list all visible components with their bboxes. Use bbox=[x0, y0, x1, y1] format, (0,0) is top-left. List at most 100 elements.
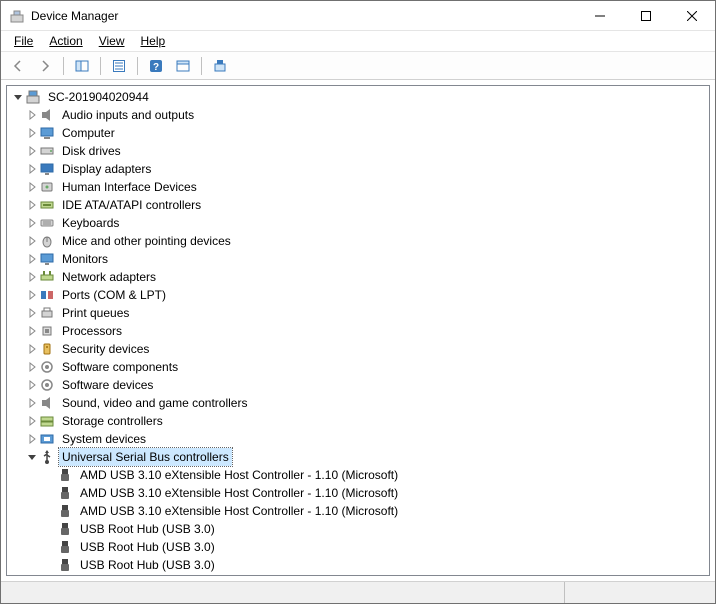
tree-root-node[interactable]: SC-201904020944 bbox=[7, 88, 709, 106]
usb-device-icon bbox=[57, 557, 73, 573]
scan-hardware-button[interactable] bbox=[171, 54, 195, 78]
tree-category-node[interactable]: Print queues bbox=[7, 304, 709, 322]
computer-icon bbox=[39, 125, 55, 141]
expander-icon[interactable] bbox=[25, 360, 39, 374]
tree-category-node[interactable]: Security devices bbox=[7, 340, 709, 358]
forward-button[interactable] bbox=[33, 54, 57, 78]
processor-icon bbox=[39, 323, 55, 339]
tree-category-label: System devices bbox=[59, 430, 149, 448]
tree-category-node[interactable]: Network adapters bbox=[7, 268, 709, 286]
device-manager-window: Device Manager File Action View Help ? S bbox=[0, 0, 716, 604]
statusbar-pane bbox=[1, 582, 565, 603]
menu-file[interactable]: File bbox=[7, 32, 40, 50]
menu-action[interactable]: Action bbox=[42, 32, 89, 50]
tree-category-label: IDE ATA/ATAPI controllers bbox=[59, 196, 204, 214]
tree-device-label: USB Root Hub (USB 3.0) bbox=[77, 556, 218, 574]
tree-device-label: AMD USB 3.10 eXtensible Host Controller … bbox=[77, 484, 401, 502]
tree-category-node[interactable]: Storage controllers bbox=[7, 412, 709, 430]
network-icon bbox=[39, 269, 55, 285]
tree-category-node[interactable]: Processors bbox=[7, 322, 709, 340]
expander-icon[interactable] bbox=[25, 126, 39, 140]
toolbar: ? bbox=[1, 52, 715, 80]
tree-category-label: Keyboards bbox=[59, 214, 122, 232]
tree-device-node[interactable]: USB Root Hub (USB 3.0) bbox=[7, 538, 709, 556]
tree-category-node[interactable]: Monitors bbox=[7, 250, 709, 268]
devices-button[interactable] bbox=[208, 54, 232, 78]
storage-icon bbox=[39, 413, 55, 429]
back-button[interactable] bbox=[6, 54, 30, 78]
menu-view[interactable]: View bbox=[92, 32, 132, 50]
expander-icon[interactable] bbox=[25, 252, 39, 266]
expander-icon[interactable] bbox=[25, 378, 39, 392]
tree-category-label: Computer bbox=[59, 124, 118, 142]
show-hide-console-button[interactable] bbox=[70, 54, 94, 78]
expander-icon[interactable] bbox=[25, 216, 39, 230]
software-icon bbox=[39, 359, 55, 375]
tree-device-node[interactable]: AMD USB 3.10 eXtensible Host Controller … bbox=[7, 502, 709, 520]
expander-icon[interactable] bbox=[25, 162, 39, 176]
tree-category-node[interactable]: Software components bbox=[7, 358, 709, 376]
expander-icon[interactable] bbox=[25, 396, 39, 410]
computer-icon bbox=[25, 89, 41, 105]
close-button[interactable] bbox=[669, 1, 715, 31]
expander-icon[interactable] bbox=[25, 432, 39, 446]
tree-category-node[interactable]: Disk drives bbox=[7, 142, 709, 160]
tree-category-label: Mice and other pointing devices bbox=[59, 232, 234, 250]
expander-icon[interactable] bbox=[25, 108, 39, 122]
expander-icon[interactable] bbox=[11, 90, 25, 104]
tree-device-node[interactable]: AMD USB 3.10 eXtensible Host Controller … bbox=[7, 466, 709, 484]
tree-device-node[interactable]: USB Root Hub (USB 3.0) bbox=[7, 520, 709, 538]
tree-category-label: Audio inputs and outputs bbox=[59, 106, 197, 124]
audio-icon bbox=[39, 395, 55, 411]
expander-icon[interactable] bbox=[25, 234, 39, 248]
expander-icon[interactable] bbox=[25, 450, 39, 464]
menu-help-label: Help bbox=[141, 34, 166, 48]
tree-category-label: Human Interface Devices bbox=[59, 178, 200, 196]
tree-category-node[interactable]: Mice and other pointing devices bbox=[7, 232, 709, 250]
tree-category-node[interactable]: Software devices bbox=[7, 376, 709, 394]
device-tree: SC-201904020944Audio inputs and outputsC… bbox=[7, 86, 709, 576]
tree-device-node[interactable]: USB Root Hub (USB 3.0) bbox=[7, 556, 709, 574]
tree-category-node[interactable]: Ports (COM & LPT) bbox=[7, 286, 709, 304]
security-icon bbox=[39, 341, 55, 357]
expander-icon[interactable] bbox=[25, 288, 39, 302]
expander-icon[interactable] bbox=[25, 414, 39, 428]
tree-category-label: Ports (COM & LPT) bbox=[59, 286, 169, 304]
tree-pane[interactable]: SC-201904020944Audio inputs and outputsC… bbox=[6, 85, 710, 576]
expander-icon[interactable] bbox=[25, 270, 39, 284]
expander-icon[interactable] bbox=[25, 198, 39, 212]
expander-icon[interactable] bbox=[25, 144, 39, 158]
toolbar-separator bbox=[201, 57, 202, 75]
toolbar-separator bbox=[100, 57, 101, 75]
help-button[interactable]: ? bbox=[144, 54, 168, 78]
expander-icon[interactable] bbox=[25, 306, 39, 320]
tree-category-node[interactable]: Keyboards bbox=[7, 214, 709, 232]
menubar: File Action View Help bbox=[1, 31, 715, 52]
tree-category-node[interactable]: System devices bbox=[7, 430, 709, 448]
tree-category-label: Software devices bbox=[59, 376, 156, 394]
tree-category-node[interactable]: Computer bbox=[7, 124, 709, 142]
tree-category-label: Security devices bbox=[59, 340, 152, 358]
window-title: Device Manager bbox=[31, 9, 118, 23]
toolbar-separator bbox=[137, 57, 138, 75]
disk-icon bbox=[39, 143, 55, 159]
toolbar-separator bbox=[63, 57, 64, 75]
menu-help[interactable]: Help bbox=[134, 32, 173, 50]
statusbar bbox=[1, 581, 715, 603]
tree-category-node[interactable]: Human Interface Devices bbox=[7, 178, 709, 196]
minimize-button[interactable] bbox=[577, 1, 623, 31]
tree-category-node[interactable]: Audio inputs and outputs bbox=[7, 106, 709, 124]
tree-category-label: Display adapters bbox=[59, 160, 154, 178]
tree-category-node[interactable]: Universal Serial Bus controllers bbox=[7, 448, 709, 466]
tree-device-node[interactable]: AMD USB 3.10 eXtensible Host Controller … bbox=[7, 484, 709, 502]
tree-category-node[interactable]: IDE ATA/ATAPI controllers bbox=[7, 196, 709, 214]
tree-category-node[interactable]: Display adapters bbox=[7, 160, 709, 178]
maximize-button[interactable] bbox=[623, 1, 669, 31]
expander-icon[interactable] bbox=[25, 180, 39, 194]
properties-button[interactable] bbox=[107, 54, 131, 78]
tree-category-node[interactable]: Sound, video and game controllers bbox=[7, 394, 709, 412]
expander-icon[interactable] bbox=[25, 324, 39, 338]
tree-category-label: Software components bbox=[59, 358, 181, 376]
expander-icon[interactable] bbox=[25, 342, 39, 356]
tree-device-label: USB Root Hub (USB 3.0) bbox=[77, 520, 218, 538]
